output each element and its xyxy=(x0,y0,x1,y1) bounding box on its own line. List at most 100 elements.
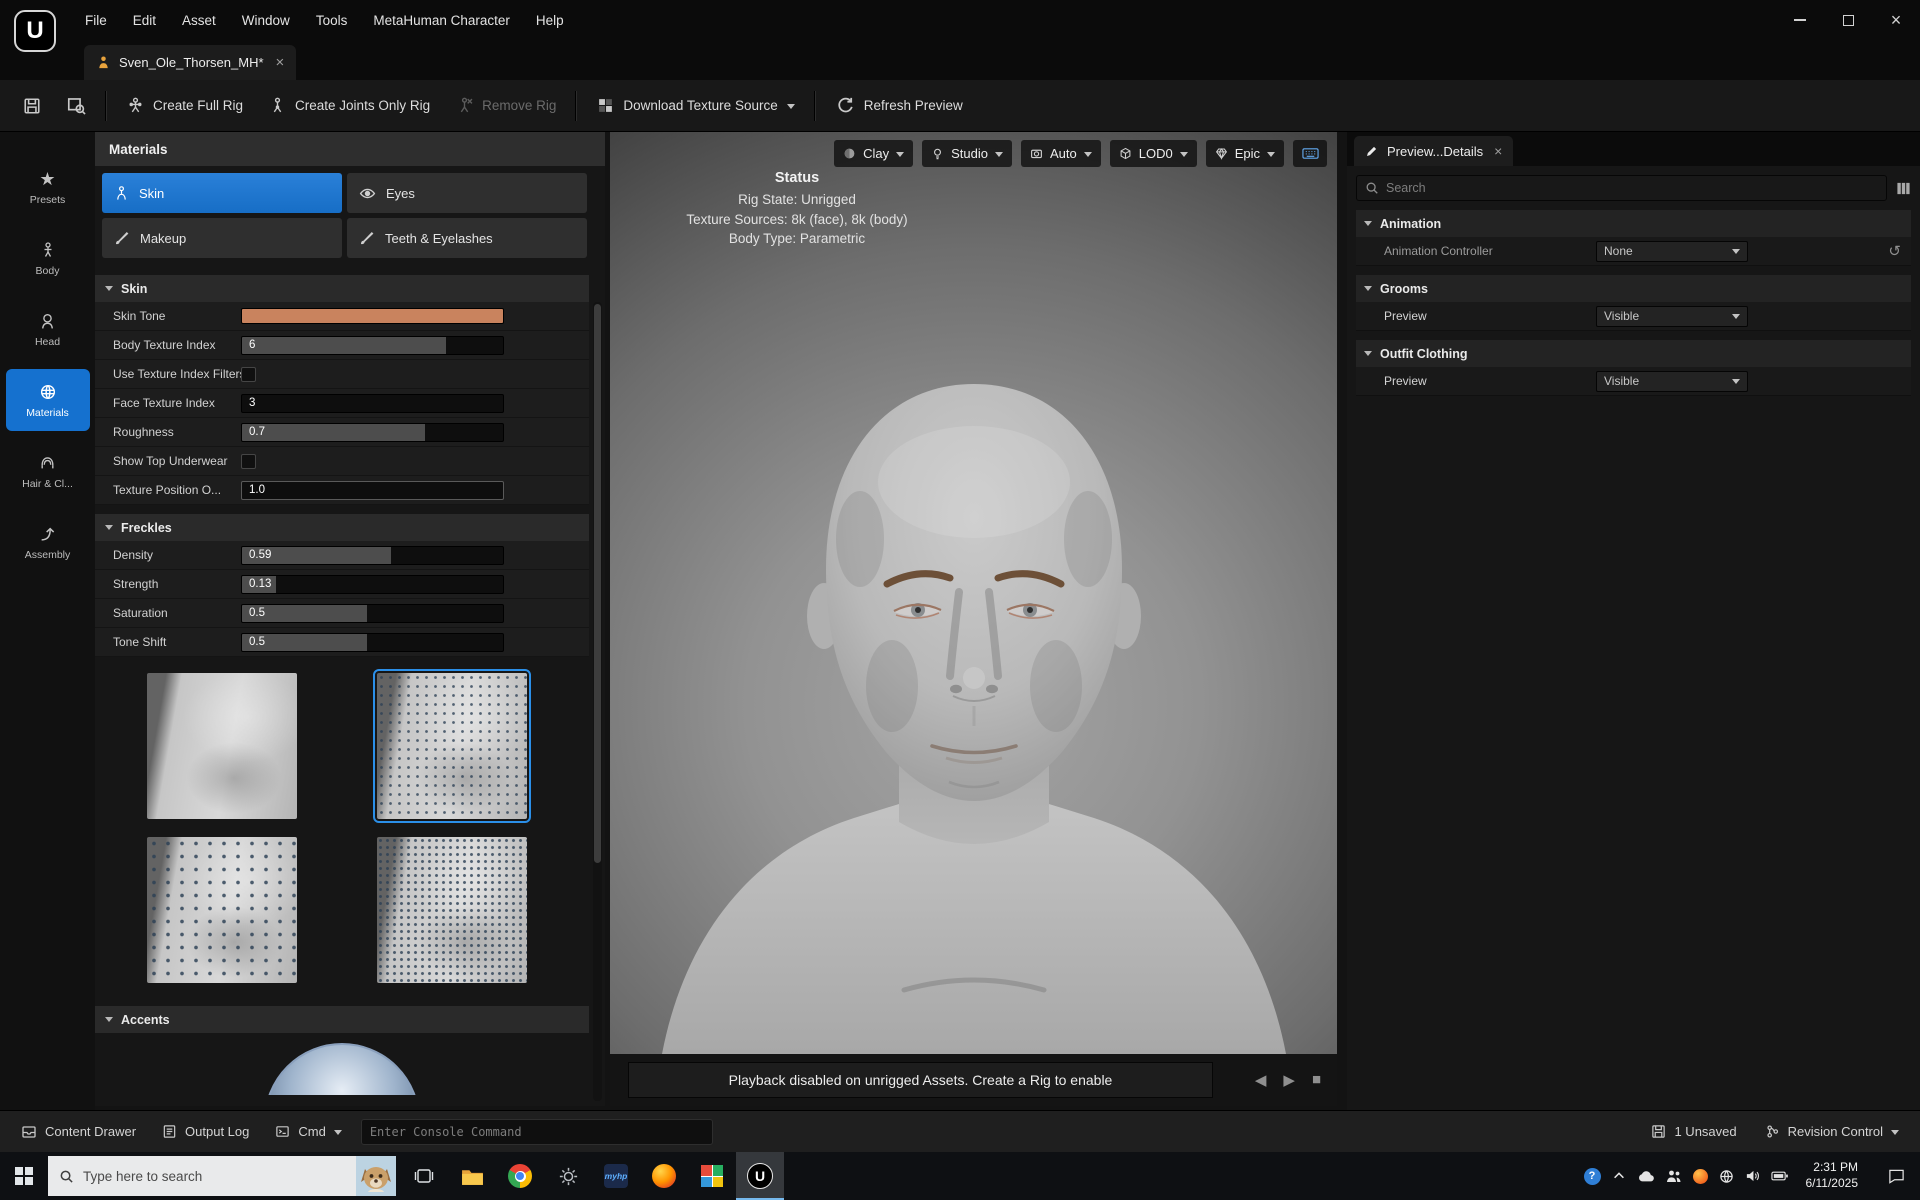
stop-button[interactable]: ■ xyxy=(1312,1071,1321,1089)
rail-item-materials[interactable]: Materials xyxy=(6,369,90,431)
output-log-button[interactable]: Output Log xyxy=(151,1117,260,1147)
skin-tone-swatch[interactable] xyxy=(241,308,504,324)
freckle-preset-4[interactable] xyxy=(377,837,527,983)
accents-section-header[interactable]: Accents xyxy=(95,1006,589,1033)
preview-details-tab[interactable]: Preview...Details × xyxy=(1354,136,1513,166)
hp-help-tray-icon[interactable]: ? xyxy=(1584,1168,1601,1185)
search-highlight-dog-image[interactable] xyxy=(356,1156,396,1196)
refresh-preview-button[interactable]: Refresh Preview xyxy=(823,86,976,126)
create-full-rig-button[interactable]: Create Full Rig xyxy=(114,86,256,126)
close-button[interactable]: × xyxy=(1872,0,1920,40)
exposure-dropdown[interactable]: Auto xyxy=(1021,140,1101,167)
menu-metahuman-character[interactable]: MetaHuman Character xyxy=(360,0,523,40)
tab-close-icon[interactable]: × xyxy=(276,54,285,71)
details-search-input[interactable] xyxy=(1386,181,1878,195)
task-view-button[interactable] xyxy=(400,1152,448,1200)
content-drawer-button[interactable]: Content Drawer xyxy=(10,1117,147,1147)
maximize-button[interactable] xyxy=(1824,0,1872,40)
taskbar-search-input[interactable] xyxy=(83,1169,396,1184)
quality-dropdown[interactable]: Epic xyxy=(1206,140,1284,167)
unreal-logo-icon[interactable]: U xyxy=(14,10,56,52)
tray-expand-chevron-icon[interactable] xyxy=(1612,1169,1626,1183)
menu-edit[interactable]: Edit xyxy=(120,0,169,40)
console-command-input[interactable] xyxy=(370,1125,704,1139)
create-joints-only-rig-button[interactable]: Create Joints Only Rig xyxy=(256,86,443,126)
firefox-tray-icon[interactable] xyxy=(1693,1169,1708,1184)
prev-frame-button[interactable]: ◀ xyxy=(1255,1071,1267,1089)
category-eyes-button[interactable]: Eyes xyxy=(347,173,587,213)
materials-scrollbar[interactable] xyxy=(593,302,602,1101)
body-texture-index-slider[interactable]: 6 xyxy=(241,336,504,355)
saturation-slider[interactable]: 0.5 xyxy=(241,604,504,623)
keyboard-shortcuts-button[interactable] xyxy=(1293,140,1327,167)
hp-support-button[interactable]: myhp xyxy=(592,1152,640,1200)
roughness-slider[interactable]: 0.7 xyxy=(241,423,504,442)
revision-control-button[interactable]: Revision Control xyxy=(1754,1117,1910,1147)
scrollbar-thumb[interactable] xyxy=(594,304,601,863)
freckle-preset-2-selected[interactable] xyxy=(377,673,527,819)
outfit-preview-dropdown[interactable]: Visible xyxy=(1596,371,1748,392)
start-button[interactable] xyxy=(0,1152,48,1200)
face-texture-index-slider[interactable]: 3 xyxy=(241,394,504,413)
reset-to-default-icon[interactable]: ↺ xyxy=(1888,242,1901,260)
view-options-icon[interactable] xyxy=(1896,181,1911,196)
download-texture-source-button[interactable]: Download Texture Source xyxy=(584,86,807,126)
taskbar-search-box[interactable] xyxy=(48,1156,396,1196)
firefox-button[interactable] xyxy=(640,1152,688,1200)
animation-controller-dropdown[interactable]: None xyxy=(1596,241,1748,262)
category-teeth-eyelashes-button[interactable]: Teeth & Eyelashes xyxy=(347,218,587,258)
menu-window[interactable]: Window xyxy=(229,0,303,40)
category-skin-button[interactable]: Skin xyxy=(102,173,342,213)
menu-asset[interactable]: Asset xyxy=(169,0,229,40)
asset-tab[interactable]: Sven_Ole_Thorsen_MH* × xyxy=(84,45,296,80)
outfit-clothing-section-header[interactable]: Outfit Clothing xyxy=(1356,340,1911,367)
chrome-button[interactable] xyxy=(496,1152,544,1200)
photos-button[interactable] xyxy=(688,1152,736,1200)
network-globe-icon[interactable] xyxy=(1719,1169,1734,1184)
animation-section-header[interactable]: Animation xyxy=(1356,210,1911,237)
people-tray-icon[interactable] xyxy=(1666,1169,1682,1183)
menu-file[interactable]: File xyxy=(72,0,120,40)
menu-help[interactable]: Help xyxy=(523,0,577,40)
speaker-icon[interactable] xyxy=(1745,1169,1760,1183)
file-explorer-button[interactable] xyxy=(448,1152,496,1200)
settings-button[interactable] xyxy=(544,1152,592,1200)
rail-item-head[interactable]: Head xyxy=(6,298,90,360)
use-texture-index-filters-checkbox[interactable] xyxy=(241,367,256,382)
play-button[interactable]: ▶ xyxy=(1283,1071,1295,1089)
freckle-preset-1[interactable] xyxy=(147,673,297,819)
category-makeup-button[interactable]: Makeup xyxy=(102,218,342,258)
rail-item-hair-and-clothing[interactable]: Hair & Cl... xyxy=(6,440,90,502)
save-button[interactable] xyxy=(10,86,54,126)
rail-item-assembly[interactable]: Assembly xyxy=(6,511,90,573)
onedrive-cloud-icon[interactable] xyxy=(1637,1169,1655,1183)
viewport-render-area[interactable]: Clay Studio Auto LOD0 xyxy=(610,132,1337,1054)
show-top-underwear-checkbox[interactable] xyxy=(241,454,256,469)
remove-rig-button[interactable]: Remove Rig xyxy=(443,86,569,126)
console-command-box[interactable] xyxy=(361,1119,713,1145)
battery-icon[interactable] xyxy=(1771,1170,1788,1182)
minimize-button[interactable] xyxy=(1776,0,1824,40)
accents-preview[interactable] xyxy=(95,1033,589,1095)
freckle-preset-3[interactable] xyxy=(147,837,297,983)
freckles-section-header[interactable]: Freckles xyxy=(95,514,589,541)
strength-slider[interactable]: 0.13 xyxy=(241,575,504,594)
details-search-box[interactable] xyxy=(1356,175,1887,201)
grooms-section-header[interactable]: Grooms xyxy=(1356,275,1911,302)
menu-tools[interactable]: Tools xyxy=(303,0,361,40)
render-mode-dropdown[interactable]: Clay xyxy=(834,140,913,167)
rail-item-presets[interactable]: ★ Presets xyxy=(6,156,90,218)
unsaved-changes-button[interactable]: 1 Unsaved xyxy=(1640,1117,1747,1147)
texture-position-offset-input[interactable]: 1.0 xyxy=(241,481,504,500)
tab-close-icon[interactable]: × xyxy=(1494,143,1502,159)
grooms-preview-dropdown[interactable]: Visible xyxy=(1596,306,1748,327)
lod-dropdown[interactable]: LOD0 xyxy=(1110,140,1197,167)
browse-asset-button[interactable] xyxy=(54,86,99,126)
taskbar-clock[interactable]: 2:31 PM 6/11/2025 xyxy=(1806,1160,1859,1191)
lighting-dropdown[interactable]: Studio xyxy=(922,140,1012,167)
action-center-button[interactable] xyxy=(1876,1152,1916,1200)
rail-item-body[interactable]: Body xyxy=(6,227,90,289)
cmd-dropdown-button[interactable]: Cmd xyxy=(264,1117,352,1147)
tone-shift-slider[interactable]: 0.5 xyxy=(241,633,504,652)
unreal-engine-taskbar-button[interactable]: U xyxy=(736,1152,784,1200)
